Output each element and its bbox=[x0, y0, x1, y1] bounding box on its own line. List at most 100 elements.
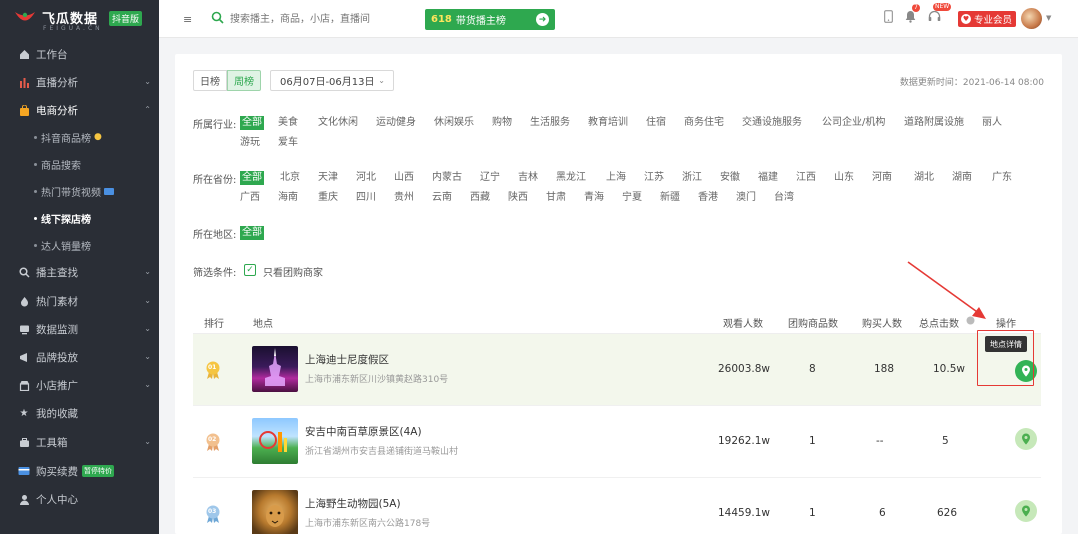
filter-option[interactable]: 吉林 bbox=[518, 171, 538, 185]
group-buy-checkbox[interactable]: ✓ bbox=[244, 264, 256, 276]
filter-option[interactable]: 辽宁 bbox=[480, 171, 500, 185]
filter-option[interactable]: 黑龙江 bbox=[556, 171, 586, 185]
sidebar-item-favorites[interactable]: ★ 我的收藏 bbox=[0, 401, 159, 425]
filter-option[interactable]: 香港 bbox=[698, 191, 718, 205]
filter-option[interactable]: 重庆 bbox=[318, 191, 338, 205]
col-clicks[interactable]: 总点击数 bbox=[919, 315, 959, 330]
date-range-select[interactable]: 06月07日-06月13日 ⌄ bbox=[270, 70, 394, 91]
group-buy-label[interactable]: 只看团购商家 bbox=[263, 264, 323, 279]
filter-option[interactable]: 公司企业/机构 bbox=[822, 116, 885, 130]
filter-option[interactable]: 全部 bbox=[240, 116, 264, 130]
filter-option[interactable]: 福建 bbox=[758, 171, 778, 185]
place-name[interactable]: 安吉中南百草原景区(4A) bbox=[305, 424, 422, 439]
filter-option[interactable]: 全部 bbox=[240, 226, 264, 240]
col-buyers[interactable]: 购买人数 bbox=[862, 315, 902, 330]
filter-option[interactable]: 内蒙古 bbox=[432, 171, 462, 185]
filter-option[interactable]: 教育培训 bbox=[588, 116, 628, 130]
table-row[interactable]: 03 上海野生动物园(5A) 上海市浦东新区南六公路178号 14459.1w … bbox=[193, 478, 1041, 534]
filter-option[interactable]: 北京 bbox=[280, 171, 300, 185]
sidebar-item-monitor[interactable]: 数据监测 ⌄ bbox=[0, 317, 159, 341]
col-group-goods[interactable]: 团购商品数 bbox=[788, 315, 838, 330]
filter-option[interactable]: 河北 bbox=[356, 171, 376, 185]
filter-option[interactable]: 住宿 bbox=[646, 116, 666, 130]
filter-option[interactable]: 游玩 bbox=[240, 136, 260, 150]
filter-option[interactable]: 全部 bbox=[240, 171, 264, 185]
filter-option[interactable]: 爱车 bbox=[278, 136, 298, 150]
tab-weekly[interactable]: 周榜 bbox=[227, 70, 261, 91]
sidebar-sub-influencer-sales[interactable]: 达人销量榜 bbox=[0, 234, 159, 256]
table-row[interactable]: 02 安吉中南百草原景区(4A) 浙江省湖州市安吉县递铺街道马鞍山村 19262… bbox=[193, 406, 1041, 478]
filter-option[interactable]: 生活服务 bbox=[530, 116, 570, 130]
place-thumbnail[interactable] bbox=[252, 346, 298, 392]
vip-badge[interactable]: ♥ 专业会员 bbox=[958, 11, 1016, 27]
filter-option[interactable]: 甘肃 bbox=[546, 191, 566, 205]
bell-icon[interactable] bbox=[905, 10, 916, 26]
location-detail-button[interactable] bbox=[1015, 428, 1037, 450]
filter-option[interactable]: 四川 bbox=[356, 191, 376, 205]
filter-option[interactable]: 美食 bbox=[278, 116, 298, 130]
filter-option[interactable]: 海南 bbox=[278, 191, 298, 205]
filter-option[interactable]: 澳门 bbox=[736, 191, 756, 205]
filter-option[interactable]: 西藏 bbox=[470, 191, 490, 205]
sidebar-item-purchase[interactable]: 购买续费 暂停特价 bbox=[0, 459, 159, 483]
filter-option[interactable]: 交通设施服务 bbox=[742, 116, 802, 130]
filter-option[interactable]: 河南 bbox=[872, 171, 892, 185]
filter-option[interactable]: 湖南 bbox=[952, 171, 972, 185]
filter-option[interactable]: 广西 bbox=[240, 191, 260, 205]
sidebar-sub-douyin-goods[interactable]: 抖音商品榜 ● bbox=[0, 126, 159, 148]
filter-option[interactable]: 云南 bbox=[432, 191, 452, 205]
sidebar-item-anchor-search[interactable]: 播主查找 ⌄ bbox=[0, 260, 159, 284]
col-viewers[interactable]: 观看人数 bbox=[723, 315, 763, 330]
filter-option[interactable]: 山东 bbox=[834, 171, 854, 185]
menu-toggle-icon[interactable]: ≡ bbox=[183, 13, 192, 26]
filter-option[interactable]: 青海 bbox=[584, 191, 604, 205]
place-thumbnail[interactable] bbox=[252, 490, 298, 534]
phone-icon[interactable] bbox=[884, 10, 893, 26]
tab-daily[interactable]: 日榜 bbox=[193, 70, 227, 91]
chevron-down-icon[interactable]: ▼ bbox=[1046, 14, 1051, 22]
filter-option[interactable]: 商务住宅 bbox=[684, 116, 724, 130]
sidebar-item-ecommerce[interactable]: 电商分析 ⌃ bbox=[0, 98, 159, 122]
filter-option[interactable]: 新疆 bbox=[660, 191, 680, 205]
filter-option[interactable]: 贵州 bbox=[394, 191, 414, 205]
sidebar-item-brand[interactable]: 品牌投放 ⌄ bbox=[0, 345, 159, 369]
filter-option[interactable]: 运动健身 bbox=[376, 116, 416, 130]
sidebar-item-shop-promo[interactable]: 小店推广 ⌄ bbox=[0, 373, 159, 397]
location-detail-button[interactable] bbox=[1015, 500, 1037, 522]
anchor-rank-button[interactable]: 618 带货播主榜 ➜ bbox=[425, 9, 555, 30]
filter-option[interactable]: 江苏 bbox=[644, 171, 664, 185]
avatar[interactable] bbox=[1021, 8, 1042, 29]
sidebar-item-toolbox[interactable]: 工具箱 ⌄ bbox=[0, 430, 159, 454]
sidebar-sub-goods-search[interactable]: 商品搜索 bbox=[0, 153, 159, 175]
filter-option[interactable]: 宁夏 bbox=[622, 191, 642, 205]
filter-option[interactable]: 天津 bbox=[318, 171, 338, 185]
col-rank[interactable]: 排行 bbox=[204, 315, 224, 330]
headset-icon[interactable] bbox=[928, 10, 941, 26]
filter-option[interactable]: 广东 bbox=[992, 171, 1012, 185]
filter-option[interactable]: 山西 bbox=[394, 171, 414, 185]
filter-option[interactable]: 浙江 bbox=[682, 171, 702, 185]
sidebar-sub-offline-store[interactable]: 线下探店榜 bbox=[0, 207, 159, 229]
search-input[interactable] bbox=[230, 11, 410, 27]
filter-option[interactable]: 湖北 bbox=[914, 171, 934, 185]
sidebar-item-profile[interactable]: 个人中心 bbox=[0, 487, 159, 511]
filter-option[interactable]: 购物 bbox=[492, 116, 512, 130]
filter-option[interactable]: 文化休闲 bbox=[318, 116, 358, 130]
sidebar-item-live[interactable]: 直播分析 ⌄ bbox=[0, 70, 159, 94]
table-row[interactable]: 01 上海迪士尼度假区 上海市浦东新区川沙镇黄赵路310号 26003.8w 8… bbox=[193, 334, 1041, 406]
filter-option[interactable]: 安徽 bbox=[720, 171, 740, 185]
filter-option[interactable]: 丽人 bbox=[982, 116, 1002, 130]
place-name[interactable]: 上海迪士尼度假区 bbox=[305, 352, 389, 367]
filter-option[interactable]: 上海 bbox=[606, 171, 626, 185]
place-name[interactable]: 上海野生动物园(5A) bbox=[305, 496, 401, 511]
filter-option[interactable]: 道路附属设施 bbox=[904, 116, 964, 130]
filter-option[interactable]: 陕西 bbox=[508, 191, 528, 205]
filter-option[interactable]: 休闲娱乐 bbox=[434, 116, 474, 130]
logo[interactable]: 飞瓜数据 抖音版 FEIGUA.CN bbox=[14, 6, 154, 32]
sidebar-item-hot-material[interactable]: 热门素材 ⌄ bbox=[0, 289, 159, 313]
place-thumbnail[interactable] bbox=[252, 418, 298, 464]
filter-option[interactable]: 江西 bbox=[796, 171, 816, 185]
info-icon[interactable] bbox=[966, 316, 975, 328]
sidebar-sub-hot-videos[interactable]: 热门带货视频 bbox=[0, 180, 159, 202]
sidebar-item-workbench[interactable]: 工作台 bbox=[0, 42, 159, 66]
